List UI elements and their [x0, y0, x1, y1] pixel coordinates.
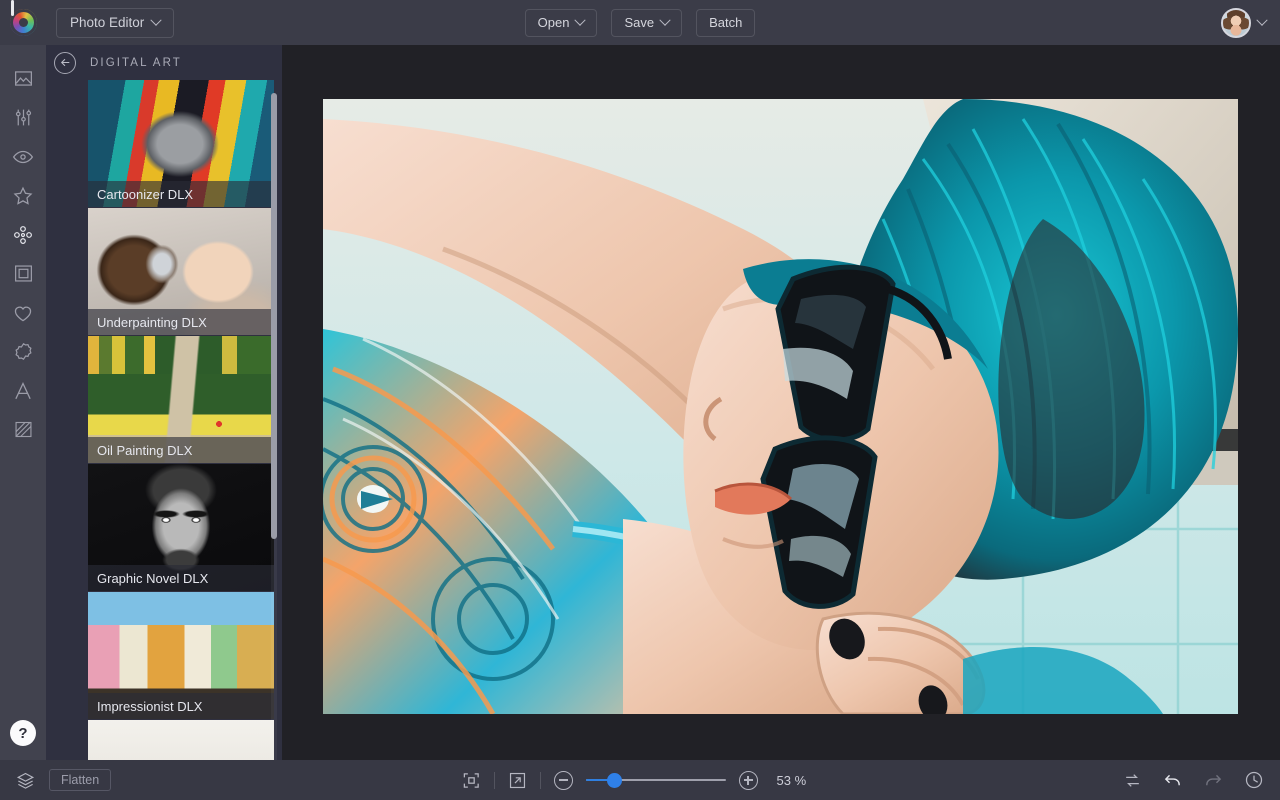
batch-button[interactable]: Batch: [696, 8, 756, 37]
back-arrow-icon[interactable]: [54, 51, 76, 74]
effects-thumbnail-list[interactable]: Cartoonizer DLX Underpainting DLX Oil Pa…: [46, 80, 282, 760]
effects-panel: DIGITAL ART Cartoonizer DLX Underpaintin…: [46, 45, 282, 795]
chevron-down-icon: [150, 14, 162, 26]
effect-label: Underpainting DLX: [88, 309, 274, 336]
bottom-toolbar: Flatten 53 %: [0, 760, 1280, 800]
profile-menu[interactable]: [1221, 7, 1268, 38]
avatar: [1221, 7, 1251, 38]
effect-thumbnail-oil-painting[interactable]: Oil Painting DLX: [88, 336, 274, 464]
effect-label: Impressionist DLX: [88, 693, 274, 720]
effect-thumbnail-cartoonizer[interactable]: Cartoonizer DLX: [88, 80, 274, 208]
minus-bar: [558, 779, 568, 781]
sidebar-item-preview[interactable]: [0, 137, 46, 176]
panel-header: DIGITAL ART: [46, 45, 282, 80]
divider: [539, 771, 541, 789]
app-body: ? DIGITAL ART Cartoonizer DLX Underpaint…: [0, 45, 1280, 795]
sidebar-item-frames[interactable]: [0, 254, 46, 293]
chevron-down-icon: [659, 14, 671, 26]
sidebar-item-effects[interactable]: [0, 215, 46, 254]
help-label: ?: [18, 724, 28, 742]
tool-rail: ?: [0, 45, 46, 760]
thumbnail-art: [88, 720, 274, 760]
help-button[interactable]: ?: [10, 720, 36, 746]
effect-thumbnail-graphic-novel[interactable]: Graphic Novel DLX: [88, 464, 274, 592]
plus-bar-v: [747, 775, 749, 785]
app-logo-icon: [9, 0, 37, 36]
photo-editor-app: Photo Editor Open Save Batch ? DIGITAL A…: [0, 0, 1280, 800]
effect-thumbnail-underpainting[interactable]: Underpainting DLX: [88, 208, 274, 336]
sidebar-item-image[interactable]: [0, 59, 46, 98]
sidebar-item-text[interactable]: [0, 371, 46, 410]
canvas-stage[interactable]: [282, 45, 1280, 760]
edited-photo: [323, 99, 1238, 714]
app-menu-button[interactable]: Photo Editor: [56, 7, 175, 38]
slider-handle[interactable]: [607, 773, 621, 787]
top-center-actions: Open Save Batch: [0, 0, 1280, 45]
effect-label: Cartoonizer DLX: [88, 181, 274, 208]
effect-label: Oil Painting DLX: [88, 437, 274, 464]
effect-thumbnail-pencil-sketch[interactable]: Pencil Sketch DLX: [88, 720, 274, 760]
divider: [493, 771, 495, 789]
sidebar-item-adjustments[interactable]: [0, 98, 46, 137]
zoom-slider[interactable]: [585, 772, 726, 788]
save-button[interactable]: Save: [611, 8, 683, 37]
sidebar-item-favorites[interactable]: [0, 176, 46, 215]
expand-fullscreen-icon[interactable]: [508, 771, 527, 790]
save-button-label: Save: [624, 15, 655, 30]
effect-thumbnail-impressionist[interactable]: Impressionist DLX: [88, 592, 274, 720]
sidebar-item-textures[interactable]: [0, 410, 46, 449]
zoom-controls: 53 %: [0, 770, 1280, 790]
scrollbar-thumb[interactable]: [271, 93, 277, 539]
zoom-in-icon[interactable]: [738, 770, 758, 790]
top-toolbar: Photo Editor Open Save Batch: [0, 0, 1280, 45]
open-button[interactable]: Open: [524, 8, 598, 37]
app-logo[interactable]: [0, 0, 46, 36]
sidebar-item-likes[interactable]: [0, 293, 46, 332]
open-button-label: Open: [537, 15, 570, 30]
panel-title: DIGITAL ART: [90, 56, 182, 69]
chevron-down-icon: [574, 14, 587, 26]
app-menu-label: Photo Editor: [70, 15, 145, 30]
sidebar-item-badge[interactable]: [0, 332, 46, 371]
chevron-down-icon: [1256, 14, 1268, 26]
canvas-image[interactable]: [323, 99, 1238, 714]
batch-button-label: Batch: [709, 15, 743, 30]
panel-scrollbar[interactable]: [271, 93, 277, 795]
zoom-out-icon[interactable]: [553, 770, 573, 790]
zoom-level-value: 53 %: [776, 772, 807, 788]
fit-to-screen-icon[interactable]: [462, 771, 481, 790]
effect-label: Graphic Novel DLX: [88, 565, 274, 592]
